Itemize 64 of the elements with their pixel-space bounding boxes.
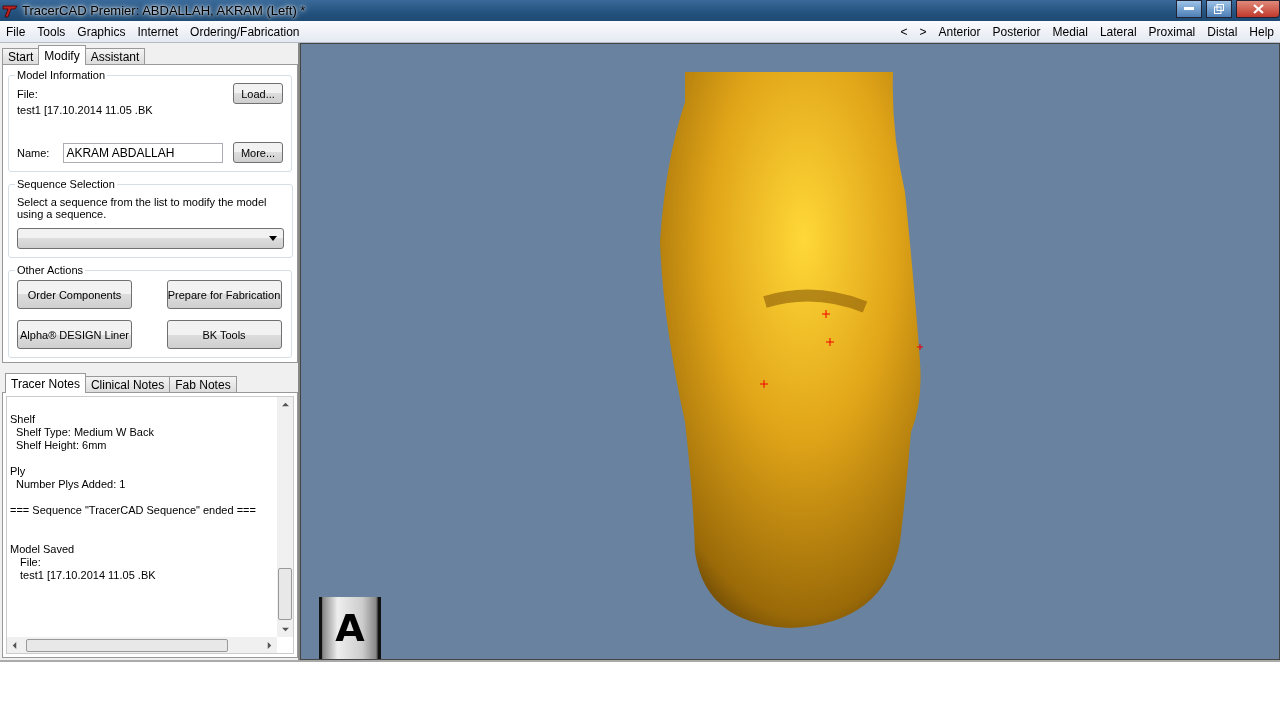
note-line: Number Plys Added: 1 xyxy=(15,478,127,491)
menu-item[interactable]: Distal xyxy=(1201,24,1244,39)
menu-item[interactable]: Proximal xyxy=(1142,24,1202,39)
vertical-scrollbar[interactable] xyxy=(277,397,293,637)
notes-tab[interactable]: Tracer Notes xyxy=(5,373,86,393)
scroll-up-icon[interactable] xyxy=(281,401,289,408)
tab[interactable]: Start xyxy=(2,48,40,65)
scroll-thumb[interactable] xyxy=(278,568,292,620)
close-icon xyxy=(1252,4,1264,14)
action-button[interactable]: Alpha® DESIGN Liner xyxy=(17,320,132,349)
menu-item[interactable]: Ordering/Fabrication xyxy=(184,24,306,39)
load-button[interactable]: Load... xyxy=(233,83,283,104)
notes-tab[interactable]: Fab Notes xyxy=(169,376,237,393)
note-line: Shelf Height: 6mm xyxy=(15,439,108,452)
sequence-description: Select a sequence from the list to modify the model using a sequence. xyxy=(17,196,268,220)
close-button[interactable] xyxy=(1236,0,1280,18)
menu-item[interactable]: Internet xyxy=(131,24,185,39)
name-field[interactable]: AKRAM ABDALLAH xyxy=(63,142,224,163)
sequence-dropdown[interactable] xyxy=(17,228,284,249)
scroll-thumb[interactable] xyxy=(26,638,228,652)
note-line: Shelf Type: Medium W Back xyxy=(15,426,155,439)
menu-item[interactable]: > xyxy=(913,24,933,39)
app-logo-icon xyxy=(2,3,18,18)
menu-item[interactable]: < xyxy=(894,24,914,39)
restore-icon xyxy=(1214,4,1224,14)
menu-item[interactable]: Medial xyxy=(1046,24,1094,39)
minimize-icon xyxy=(1184,7,1194,11)
caret-icon xyxy=(269,236,277,241)
scroll-left-icon[interactable] xyxy=(11,641,18,649)
window-title: TracerCAD Premier: ABDALLAH, AKRAM (Left) * xyxy=(22,3,307,18)
more-button[interactable]: More... xyxy=(233,142,283,163)
restore-button[interactable] xyxy=(1206,0,1232,18)
note-line: File: xyxy=(19,556,42,569)
menu-item[interactable]: Help xyxy=(1243,24,1280,39)
action-button[interactable]: BK Tools xyxy=(166,320,282,349)
note-line: test1 [17.10.2014 11.05 .BK xyxy=(19,569,157,582)
orientation-label: A xyxy=(335,606,365,650)
name-label: Name: xyxy=(17,146,50,159)
horizontal-scrollbar[interactable] xyxy=(7,637,277,653)
note-line: Model Saved xyxy=(10,543,76,556)
file-name: test1 [17.10.2014 11.05 .BK xyxy=(17,104,154,116)
action-button[interactable]: Prepare for Fabrication xyxy=(166,280,282,309)
menu-item[interactable]: File xyxy=(0,24,32,39)
notes-tab[interactable]: Clinical Notes xyxy=(84,376,171,393)
menu-item[interactable]: Posterior xyxy=(986,24,1047,39)
note-line: Shelf xyxy=(10,413,37,426)
menu-item[interactable]: Graphics xyxy=(71,24,132,39)
scroll-right-icon[interactable] xyxy=(266,641,273,649)
group-title: Sequence Selection xyxy=(16,178,116,190)
3d-viewport[interactable]: A xyxy=(300,43,1280,660)
group-title: Other Actions xyxy=(16,264,85,276)
group-title: Model Information xyxy=(16,69,107,81)
minimize-button[interactable] xyxy=(1176,0,1202,18)
tab[interactable]: Assistant xyxy=(84,48,146,65)
file-label: File: xyxy=(17,87,38,100)
action-button[interactable]: Order Components xyxy=(17,280,132,309)
scroll-down-icon[interactable] xyxy=(281,626,289,633)
menu-item[interactable]: Lateral xyxy=(1093,24,1143,39)
orientation-cube[interactable]: A xyxy=(319,597,381,659)
menu-item[interactable]: Anterior xyxy=(932,24,987,39)
tab[interactable]: Modify xyxy=(38,45,86,65)
note-line: Ply xyxy=(10,465,27,478)
menu-item[interactable]: Tools xyxy=(31,24,72,39)
note-line: === Sequence "TracerCAD Sequence" ended === xyxy=(10,504,257,517)
